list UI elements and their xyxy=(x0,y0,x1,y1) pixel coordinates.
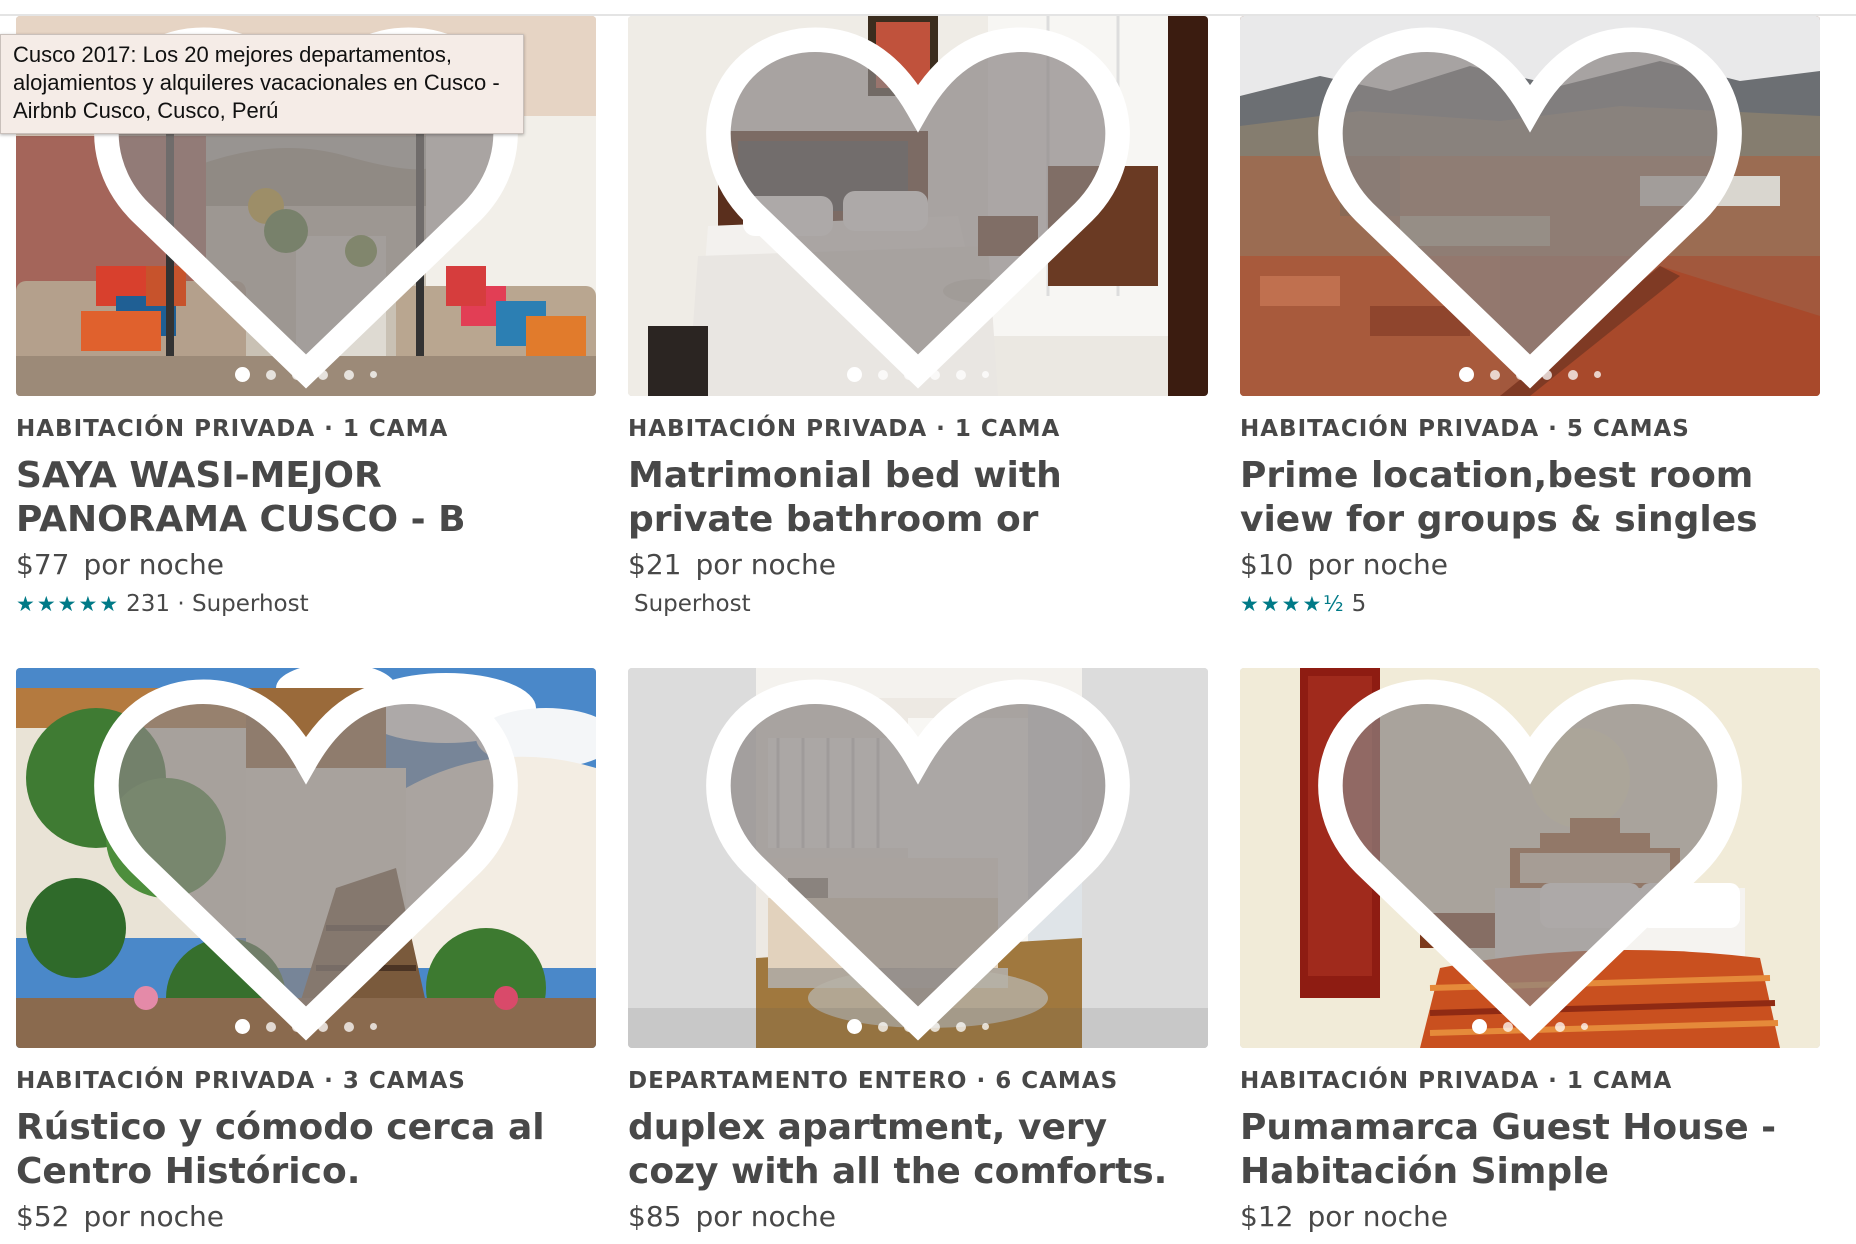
page-title-tooltip: Cusco 2017: Los 20 mejores departamentos… xyxy=(0,34,524,134)
carousel-dot[interactable] xyxy=(370,1023,377,1030)
carousel-dot[interactable] xyxy=(292,1021,302,1032)
listing-room-type: DEPARTAMENTO ENTERO · 6 CAMAS xyxy=(628,1068,1119,1094)
carousel-dot[interactable] xyxy=(904,1021,914,1032)
listing-price: $10 por noche xyxy=(1240,548,1820,581)
listing-price: $85 por noche xyxy=(628,1200,1208,1233)
price-unit: por noche xyxy=(1307,548,1449,581)
heart-icon[interactable] xyxy=(16,668,596,1048)
star-rating-icon: ★★★★★ xyxy=(16,592,121,616)
listing-photo[interactable] xyxy=(16,668,596,1048)
carousel-dot[interactable] xyxy=(1529,1021,1539,1032)
photo-carousel-dots[interactable] xyxy=(1240,367,1820,382)
listing-room-type: HABITACIÓN PRIVADA · 1 CAMA xyxy=(1240,1068,1673,1094)
heart-icon[interactable] xyxy=(1240,668,1820,1048)
carousel-dot[interactable] xyxy=(930,369,940,380)
listing-price: $12 por noche xyxy=(1240,1200,1820,1233)
listing-title[interactable]: Matrimonial bed with private bathroom or… xyxy=(628,454,1208,542)
photo-carousel-dots[interactable] xyxy=(1240,1019,1820,1034)
listing-card[interactable]: HABITACIÓN PRIVADA · 5 CAMAS Prime locat… xyxy=(1240,16,1820,617)
carousel-dot[interactable] xyxy=(344,369,354,380)
rating-text: 231 · Superhost xyxy=(126,591,309,617)
listing-title[interactable]: Rústico y cómodo cerca al Centro Históri… xyxy=(16,1106,596,1194)
price-unit: por noche xyxy=(695,1200,837,1233)
listing-photo[interactable] xyxy=(1240,668,1820,1048)
carousel-dot[interactable] xyxy=(847,367,862,382)
listing-title[interactable]: Pumamarca Guest House - Habitación Simpl… xyxy=(1240,1106,1820,1194)
photo-carousel-dots[interactable] xyxy=(16,367,596,382)
price-unit: por noche xyxy=(83,548,225,581)
listing-title[interactable]: Prime location,best room view for groups… xyxy=(1240,454,1820,542)
heart-icon[interactable] xyxy=(1240,16,1820,396)
listing-photo[interactable] xyxy=(1240,16,1820,396)
listing-grid: HABITACIÓN PRIVADA · 1 CAMA SAYA WASI-ME… xyxy=(0,0,1856,1244)
listing-room-type: HABITACIÓN PRIVADA · 3 CAMAS xyxy=(16,1068,466,1094)
carousel-dot[interactable] xyxy=(956,1021,966,1032)
carousel-dot[interactable] xyxy=(266,369,276,380)
listing-price: $52 por noche xyxy=(16,1200,596,1233)
listing-card[interactable]: HABITACIÓN PRIVADA · 3 CAMAS Rústico y c… xyxy=(16,668,596,1233)
carousel-dot[interactable] xyxy=(1503,1021,1513,1032)
photo-carousel-dots[interactable] xyxy=(628,367,1208,382)
rating-text: Superhost xyxy=(634,591,751,617)
carousel-dot[interactable] xyxy=(318,369,328,380)
carousel-dot[interactable] xyxy=(930,1021,940,1032)
listing-card[interactable]: HABITACIÓN PRIVADA · 1 CAMA Matrimonial … xyxy=(628,16,1208,617)
price-amount: $77 xyxy=(16,548,70,581)
price-amount: $12 xyxy=(1240,1200,1294,1233)
listing-title[interactable]: duplex apartment, very cozy with all the… xyxy=(628,1106,1208,1194)
carousel-dot[interactable] xyxy=(1594,371,1601,378)
carousel-dot[interactable] xyxy=(266,1021,276,1032)
price-amount: $10 xyxy=(1240,548,1294,581)
listing-rating: ★★★★★ 231 · Superhost xyxy=(16,591,596,617)
price-unit: por noche xyxy=(1307,1200,1449,1233)
heart-icon[interactable] xyxy=(628,668,1208,1048)
carousel-dot[interactable] xyxy=(904,369,914,380)
listing-room-type: HABITACIÓN PRIVADA · 5 CAMAS xyxy=(1240,416,1690,442)
photo-carousel-dots[interactable] xyxy=(16,1019,596,1034)
price-amount: $85 xyxy=(628,1200,682,1233)
carousel-dot[interactable] xyxy=(1490,369,1500,380)
carousel-dot[interactable] xyxy=(1555,1021,1565,1032)
carousel-dot[interactable] xyxy=(1581,1023,1588,1030)
star-rating-icon: ★★★★½ xyxy=(1240,592,1346,616)
carousel-dot[interactable] xyxy=(318,1021,328,1032)
carousel-dot[interactable] xyxy=(370,371,377,378)
listing-price: $21 por noche xyxy=(628,548,1208,581)
carousel-dot[interactable] xyxy=(344,1021,354,1032)
carousel-dot[interactable] xyxy=(1542,369,1552,380)
listing-room-type: HABITACIÓN PRIVADA · 1 CAMA xyxy=(16,416,449,442)
photo-carousel-dots[interactable] xyxy=(628,1019,1208,1034)
carousel-dot[interactable] xyxy=(878,1021,888,1032)
listing-photo[interactable] xyxy=(628,668,1208,1048)
listing-rating: Superhost xyxy=(628,591,1208,617)
carousel-dot[interactable] xyxy=(982,371,989,378)
listing-price: $77 por noche xyxy=(16,548,596,581)
price-amount: $52 xyxy=(16,1200,70,1233)
carousel-dot[interactable] xyxy=(878,369,888,380)
listing-room-type: HABITACIÓN PRIVADA · 1 CAMA xyxy=(628,416,1061,442)
carousel-dot[interactable] xyxy=(847,1019,862,1034)
listing-title[interactable]: SAYA WASI-MEJOR PANORAMA CUSCO - B xyxy=(16,454,596,542)
listing-card[interactable]: HABITACIÓN PRIVADA · 1 CAMA Pumamarca Gu… xyxy=(1240,668,1820,1233)
carousel-dot[interactable] xyxy=(1459,367,1474,382)
carousel-dot[interactable] xyxy=(235,1019,250,1034)
listing-photo[interactable] xyxy=(628,16,1208,396)
carousel-dot[interactable] xyxy=(956,369,966,380)
listing-rating: ★★★★½ 5 xyxy=(1240,591,1820,617)
heart-icon[interactable] xyxy=(628,16,1208,396)
listing-card[interactable]: DEPARTAMENTO ENTERO · 6 CAMAS duplex apa… xyxy=(628,668,1208,1233)
carousel-dot[interactable] xyxy=(982,1023,989,1030)
carousel-dot[interactable] xyxy=(1568,369,1578,380)
rating-text: 5 xyxy=(1351,591,1367,617)
carousel-dot[interactable] xyxy=(1516,369,1526,380)
carousel-dot[interactable] xyxy=(235,367,250,382)
carousel-dot[interactable] xyxy=(292,369,302,380)
price-unit: por noche xyxy=(83,1200,225,1233)
price-unit: por noche xyxy=(695,548,837,581)
price-amount: $21 xyxy=(628,548,682,581)
carousel-dot[interactable] xyxy=(1472,1019,1487,1034)
